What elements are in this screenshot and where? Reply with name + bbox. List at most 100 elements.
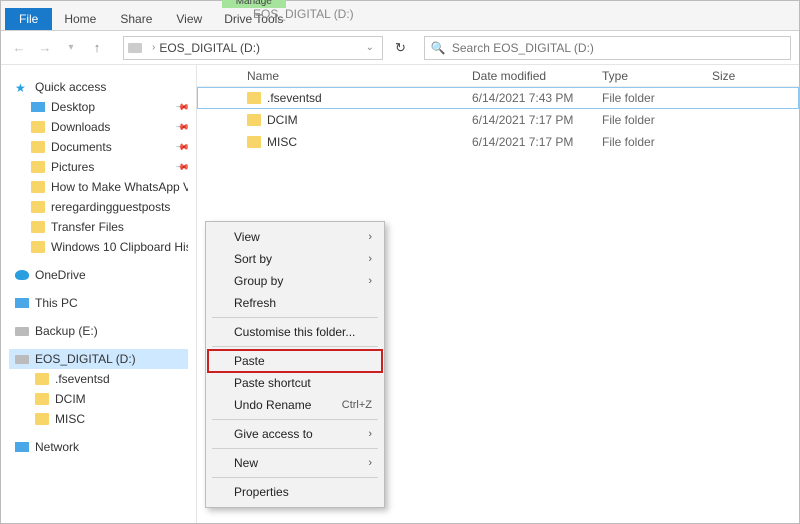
sidebar-item-folder[interactable]: Windows 10 Clipboard Histo: [9, 237, 188, 257]
chevron-right-icon: ›: [368, 253, 372, 265]
tab-share[interactable]: Share: [108, 8, 164, 30]
folder-icon: [31, 221, 45, 233]
sidebar-desktop[interactable]: Desktop📌: [9, 97, 188, 117]
menu-shortcut: Ctrl+Z: [342, 399, 372, 411]
chevron-right-icon: ›: [368, 457, 372, 469]
breadcrumb[interactable]: EOS_DIGITAL (D:): [159, 41, 260, 55]
cell-date: 6/14/2021 7:17 PM: [472, 135, 602, 149]
sidebar-pictures[interactable]: Pictures 📌: [9, 157, 188, 177]
chevron-right-icon: ›: [368, 275, 372, 287]
sidebar-item-label: reregardingguestposts: [51, 200, 170, 214]
table-row[interactable]: MISC 6/14/2021 7:17 PM File folder: [197, 131, 799, 153]
pin-icon: 📌: [175, 139, 188, 155]
sidebar-documents[interactable]: Documents 📌: [9, 137, 188, 157]
sidebar-item-label: Transfer Files: [51, 220, 124, 234]
cell-date: 6/14/2021 7:43 PM: [472, 91, 602, 105]
menu-customise-folder[interactable]: Customise this folder...: [208, 321, 382, 343]
chevron-down-icon[interactable]: ⌄: [362, 42, 378, 53]
search-box[interactable]: 🔍: [424, 36, 791, 60]
sidebar-network[interactable]: Network: [9, 437, 188, 457]
sidebar-item-label: Network: [35, 440, 79, 454]
col-size[interactable]: Size: [712, 69, 799, 83]
nav-back-button[interactable]: ←: [9, 38, 29, 58]
menu-label: Customise this folder...: [234, 325, 355, 339]
menu-new[interactable]: New ›: [208, 452, 382, 474]
sidebar-item-label: DCIM: [55, 392, 86, 406]
pin-icon: 📌: [175, 159, 188, 175]
column-headers: Name Date modified Type Size: [197, 65, 799, 87]
sidebar-item-label: Documents: [51, 140, 112, 154]
folder-icon: [247, 92, 261, 104]
sidebar-item-folder[interactable]: .fseventsd: [9, 369, 188, 389]
cloud-icon: [15, 270, 29, 280]
sidebar-item-label: OneDrive: [35, 268, 86, 282]
context-menu: View› Sort by › Group by › Refresh Customi…: [205, 221, 385, 508]
tab-view[interactable]: View: [164, 8, 214, 30]
sidebar-item-folder[interactable]: How to Make WhatsApp Video Call: [9, 177, 188, 197]
menu-label: Undo Rename: [234, 398, 311, 412]
sidebar-this-pc[interactable]: This PC: [9, 293, 188, 313]
tab-home[interactable]: Home: [52, 8, 108, 30]
sidebar-item-label: This PC: [35, 296, 78, 310]
window-title: EOS_DIGITAL (D:): [253, 7, 354, 21]
sidebar-quick-access[interactable]: ★ Quick access: [9, 77, 188, 97]
tab-file[interactable]: File: [5, 8, 52, 30]
nav-recent-button[interactable]: ▾: [61, 38, 81, 58]
folder-icon: [35, 413, 49, 425]
folder-icon: [247, 136, 261, 148]
col-type[interactable]: Type: [602, 69, 712, 83]
menu-undo-rename[interactable]: Undo Rename Ctrl+Z: [208, 394, 382, 416]
sidebar-downloads[interactable]: Downloads📌: [9, 117, 188, 137]
col-name[interactable]: Name: [247, 69, 472, 83]
sidebar-backup-drive[interactable]: Backup (E:): [9, 321, 188, 341]
sidebar-item-label: EOS_DIGITAL (D:): [35, 352, 136, 366]
cell-name: MISC: [267, 135, 472, 149]
sidebar-item-folder[interactable]: DCIM: [9, 389, 188, 409]
menu-paste-shortcut[interactable]: Paste shortcut: [208, 372, 382, 394]
sidebar-onedrive[interactable]: OneDrive: [9, 265, 188, 285]
chevron-right-icon: ›: [368, 428, 372, 440]
menu-refresh[interactable]: Refresh: [208, 292, 382, 314]
menu-sort-by[interactable]: Sort by ›: [208, 248, 382, 270]
sidebar-eos-drive[interactable]: EOS_DIGITAL (D:): [9, 349, 188, 369]
menu-label: New: [234, 456, 258, 470]
menu-group-by[interactable]: Group by ›: [208, 270, 382, 292]
col-date-modified[interactable]: Date modified: [472, 69, 602, 83]
sidebar-item-label: Quick access: [35, 80, 106, 94]
nav-up-button[interactable]: ↑: [87, 38, 107, 58]
menu-separator: [212, 477, 378, 478]
main-area: ★ Quick access Desktop📌 Downloads📌 Docume…: [1, 65, 799, 523]
menu-properties[interactable]: Properties: [208, 481, 382, 503]
menu-label: Paste: [234, 354, 265, 368]
table-row[interactable]: DCIM 6/14/2021 7:17 PM File folder: [197, 109, 799, 131]
pc-icon: [15, 298, 29, 308]
menu-give-access-to[interactable]: Give access to›: [208, 423, 382, 445]
drive-icon: [15, 327, 29, 336]
menu-label: Sort by: [234, 252, 272, 266]
network-icon: [15, 442, 29, 452]
folder-icon: [247, 114, 261, 126]
sidebar-item-label: Pictures: [51, 160, 94, 174]
refresh-button[interactable]: ↻: [395, 40, 406, 56]
sidebar-item-folder[interactable]: reregardingguestposts: [9, 197, 188, 217]
menu-paste[interactable]: Paste: [208, 350, 382, 372]
menu-view[interactable]: View›: [208, 226, 382, 248]
menu-separator: [212, 419, 378, 420]
cell-type: File folder: [602, 113, 712, 127]
star-icon: ★: [15, 81, 29, 93]
cell-type: File folder: [602, 91, 712, 105]
sidebar-item-folder[interactable]: MISC: [9, 409, 188, 429]
sidebar-item-label: How to Make WhatsApp Video Call: [51, 180, 188, 194]
search-input[interactable]: [452, 41, 784, 55]
cell-name: .fseventsd: [267, 91, 472, 105]
menu-separator: [212, 317, 378, 318]
sidebar-item-folder[interactable]: Transfer Files: [9, 217, 188, 237]
table-row[interactable]: .fseventsd 6/14/2021 7:43 PM File folder: [197, 87, 799, 109]
folder-icon: [35, 393, 49, 405]
address-bar[interactable]: › EOS_DIGITAL (D:) ⌄: [123, 36, 383, 60]
pictures-icon: [31, 161, 45, 173]
desktop-icon: [31, 102, 45, 112]
nav-forward-button[interactable]: →: [35, 38, 55, 58]
sidebar: ★ Quick access Desktop📌 Downloads📌 Docume…: [1, 65, 196, 523]
menu-label: Group by: [234, 274, 283, 288]
